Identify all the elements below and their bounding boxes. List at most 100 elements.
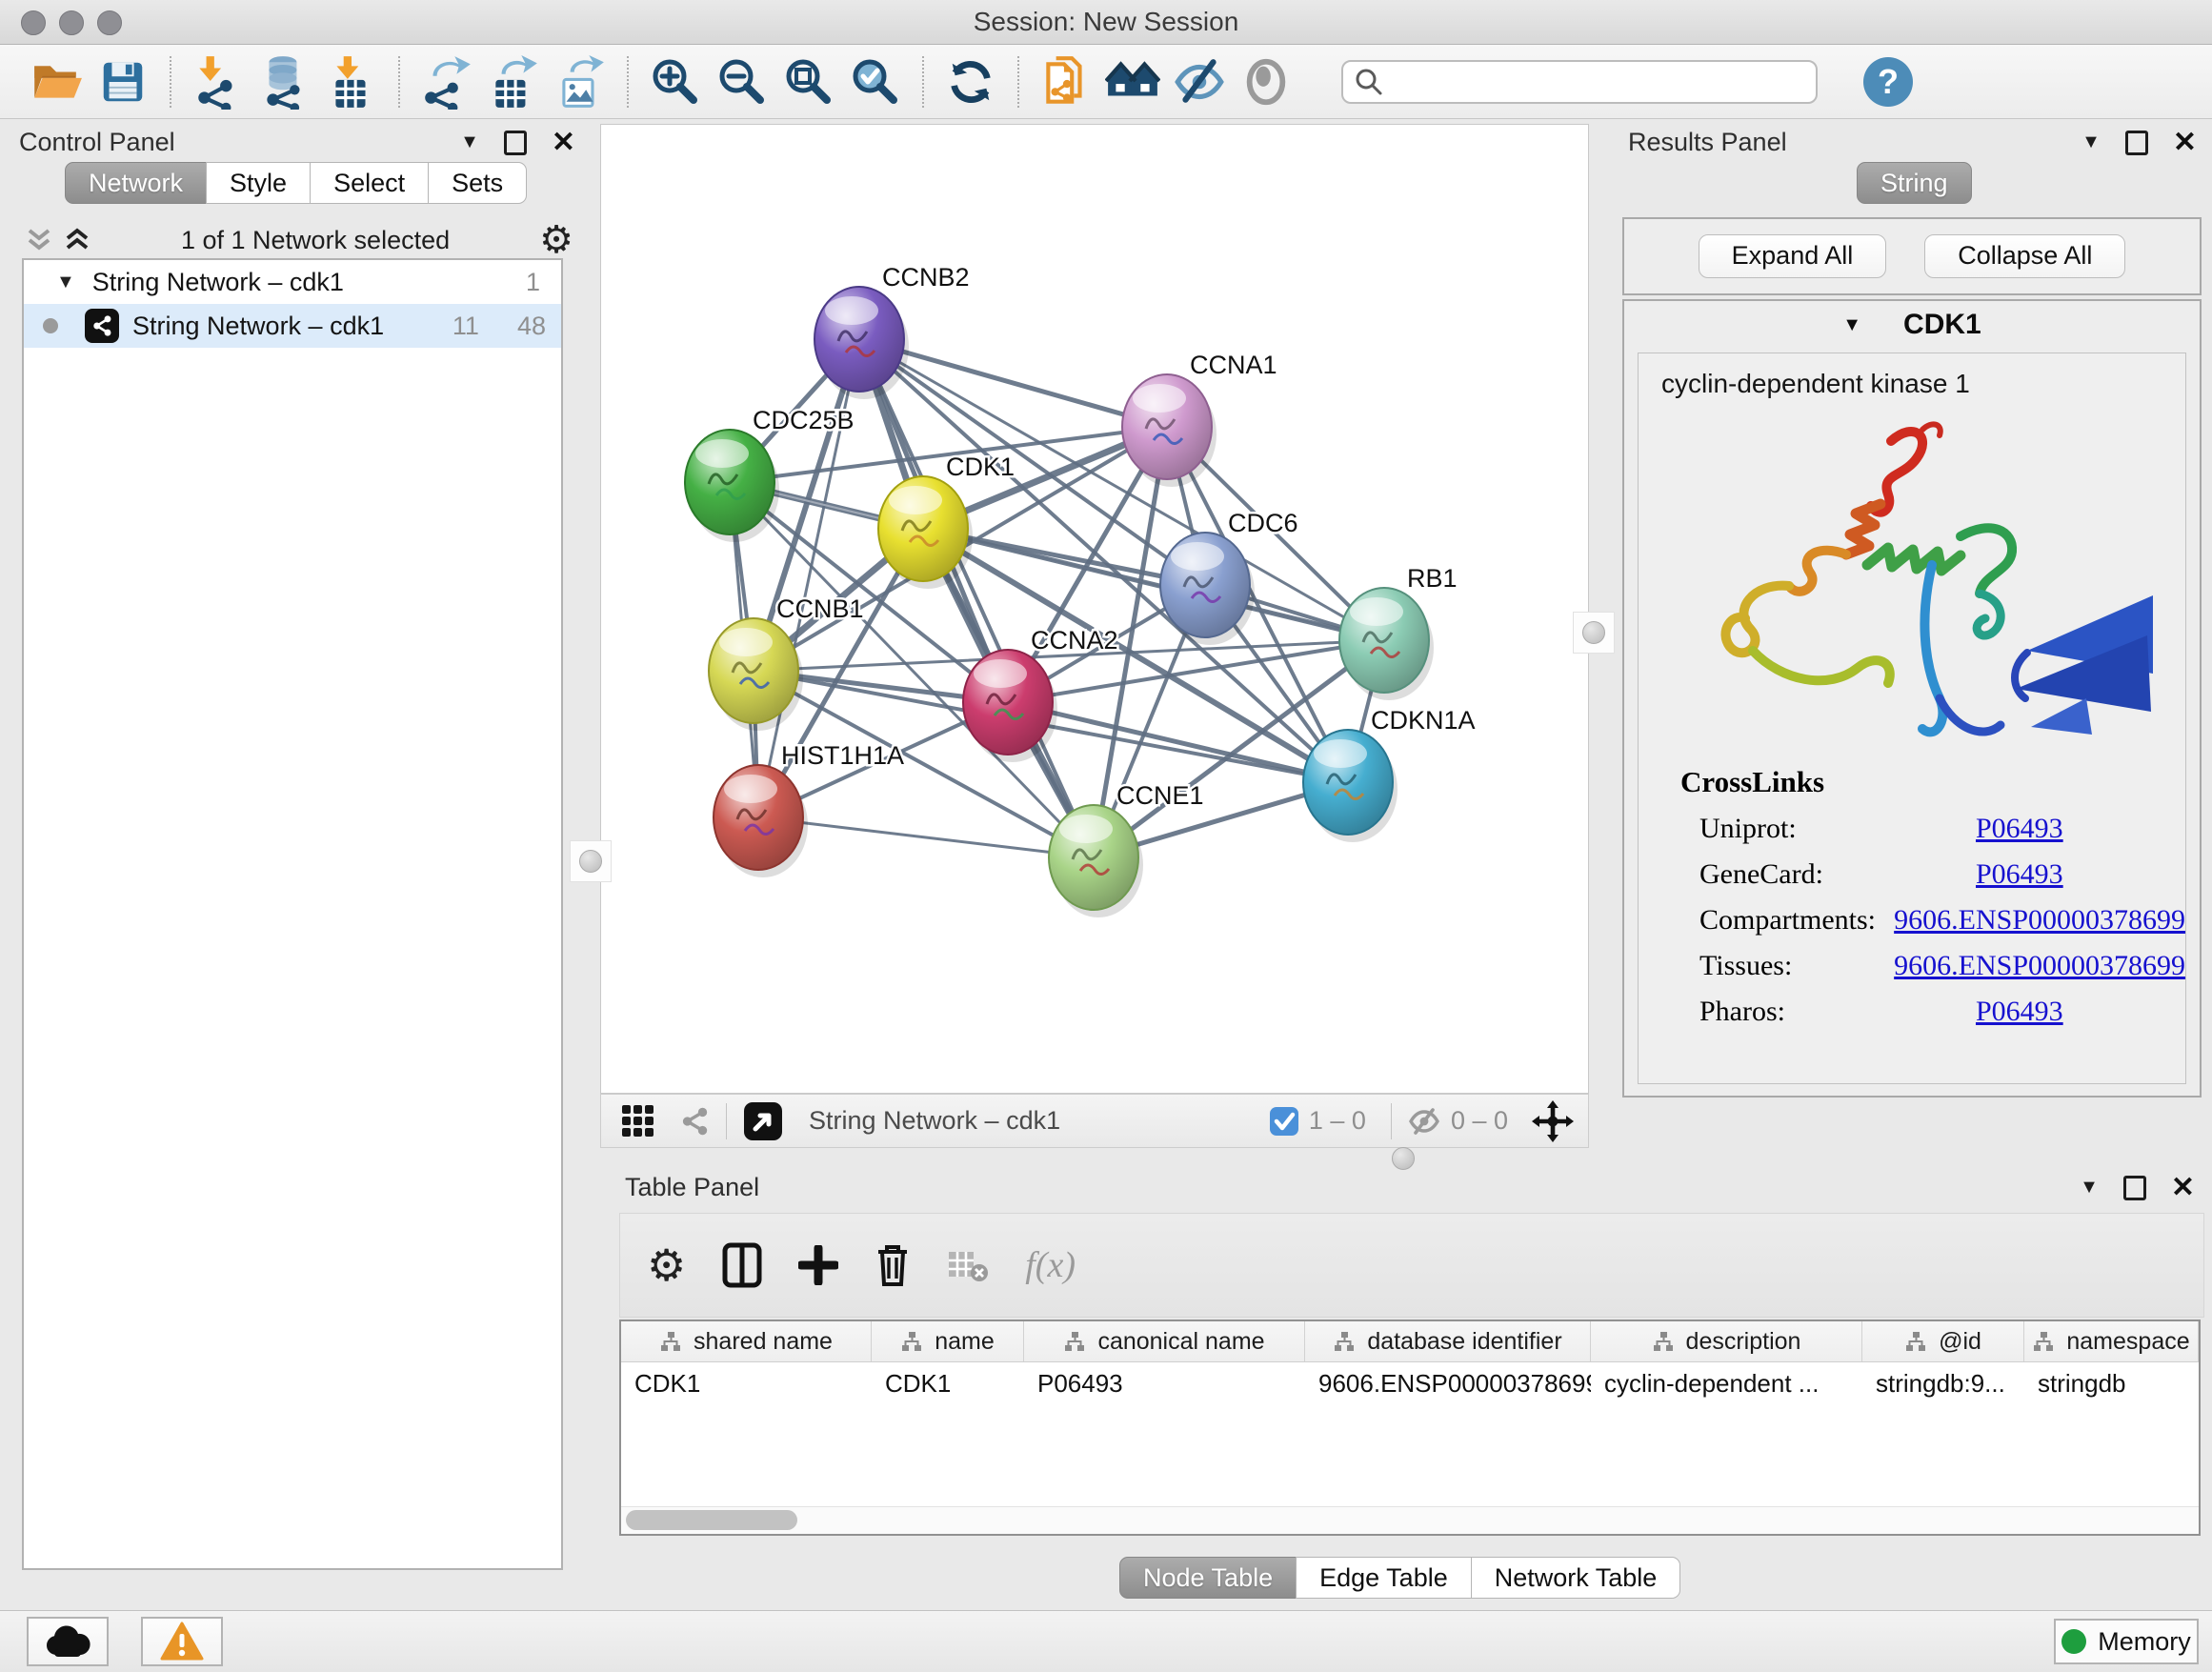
show-columns-icon[interactable] bbox=[722, 1242, 762, 1288]
network-edge[interactable] bbox=[923, 529, 1384, 640]
zoom-fit-button[interactable] bbox=[775, 53, 842, 111]
network-node-CDK1[interactable] bbox=[878, 476, 973, 589]
cloud-status-button[interactable] bbox=[27, 1617, 109, 1666]
network-node-CCNA1[interactable] bbox=[1122, 374, 1217, 487]
export-table-button[interactable] bbox=[480, 53, 547, 111]
delete-column-icon[interactable] bbox=[875, 1243, 911, 1287]
network-edge[interactable] bbox=[859, 339, 1094, 857]
network-node-CDC6[interactable] bbox=[1160, 533, 1255, 645]
column-header-database-identifier[interactable]: database identifier bbox=[1305, 1321, 1591, 1361]
network-node-CCNE1[interactable] bbox=[1049, 805, 1143, 917]
import-table-button[interactable] bbox=[318, 53, 385, 111]
crosslink-link[interactable]: 9606.ENSP00000378699 bbox=[1894, 950, 2185, 982]
table-hscrollbar[interactable] bbox=[621, 1506, 2199, 1534]
warning-status-button[interactable] bbox=[141, 1617, 223, 1666]
gene-symbol: CDK1 bbox=[1903, 309, 1981, 341]
table-toolbar: ⚙ f(x) bbox=[619, 1213, 2204, 1318]
hscrollbar-thumb[interactable] bbox=[626, 1510, 797, 1530]
collapse-all-icon[interactable] bbox=[25, 225, 53, 255]
tab-edge-table[interactable]: Edge Table bbox=[1296, 1557, 1472, 1599]
network-node-CCNB2[interactable] bbox=[814, 287, 909, 399]
panel-menu-icon[interactable]: ▼ bbox=[2080, 1177, 2099, 1199]
search-input[interactable] bbox=[1385, 66, 1789, 97]
column-header-namespace[interactable]: namespace bbox=[2024, 1321, 2199, 1361]
expand-all-icon[interactable] bbox=[63, 225, 91, 255]
apply-layout-button[interactable] bbox=[937, 53, 1004, 111]
expand-all-button[interactable]: Expand All bbox=[1699, 234, 1887, 278]
crosslink-link[interactable]: P06493 bbox=[1976, 813, 2063, 845]
share-view-icon[interactable] bbox=[678, 1105, 711, 1138]
crosslink-link[interactable]: 9606.ENSP00000378699 bbox=[1894, 904, 2185, 937]
network-node-RB1[interactable] bbox=[1339, 588, 1434, 700]
hide-toggle-button[interactable] bbox=[1166, 53, 1233, 111]
gene-collapse-triangle-icon[interactable]: ▼ bbox=[1842, 314, 1861, 336]
network-row[interactable]: String Network – cdk1 11 48 bbox=[24, 304, 561, 348]
control-panel-title: Control Panel bbox=[19, 128, 175, 157]
zoom-selected-button[interactable] bbox=[842, 53, 909, 111]
network-node-CDKN1A[interactable] bbox=[1303, 730, 1398, 842]
birdseye-view-icon[interactable] bbox=[742, 1100, 784, 1142]
crosslink-link[interactable]: P06493 bbox=[1976, 858, 2063, 891]
import-network-file-button[interactable] bbox=[185, 53, 251, 111]
export-network-button[interactable] bbox=[413, 53, 480, 111]
open-session-button[interactable] bbox=[23, 53, 90, 111]
panel-menu-icon[interactable]: ▼ bbox=[460, 131, 479, 153]
share-document-button[interactable] bbox=[1033, 53, 1099, 111]
network-node-HIST1H1A[interactable] bbox=[714, 765, 808, 877]
import-network-database-button[interactable] bbox=[251, 53, 318, 111]
tab-style[interactable]: Style bbox=[206, 162, 311, 204]
float-panel-icon[interactable] bbox=[2125, 131, 2148, 155]
tab-network[interactable]: Network bbox=[65, 162, 207, 204]
table-options-gear-icon[interactable]: ⚙ bbox=[647, 1246, 686, 1284]
crosslink-row: Compartments:9606.ENSP00000378699 bbox=[1699, 904, 2185, 937]
save-session-button[interactable] bbox=[90, 53, 156, 111]
grid-view-icon[interactable] bbox=[622, 1105, 654, 1137]
tab-string[interactable]: String bbox=[1857, 162, 1972, 204]
function-builder-icon[interactable]: f(x) bbox=[1025, 1244, 1076, 1286]
table-cell: cyclin-dependent ... bbox=[1591, 1362, 1862, 1404]
status-bar: Memory bbox=[0, 1610, 2212, 1672]
crosslink-link[interactable]: P06493 bbox=[1976, 996, 2063, 1028]
selected-checkbox-icon[interactable] bbox=[1269, 1106, 1299, 1137]
tab-network-table[interactable]: Network Table bbox=[1471, 1557, 1681, 1599]
network-node-CCNA2[interactable] bbox=[963, 650, 1057, 762]
toolbar-separator bbox=[627, 56, 629, 108]
network-canvas[interactable]: CCNB2CCNA1CDC25BCDK1CDC6RB1CCNB1CCNA2CDK… bbox=[600, 124, 1589, 1094]
network-edge[interactable] bbox=[758, 817, 1094, 857]
tab-node-table[interactable]: Node Table bbox=[1119, 1557, 1297, 1599]
table-cell: CDK1 bbox=[621, 1362, 872, 1404]
close-panel-icon[interactable]: ✕ bbox=[552, 133, 575, 152]
tab-select[interactable]: Select bbox=[310, 162, 429, 204]
network-collection-row[interactable]: ▼ String Network – cdk1 1 bbox=[24, 260, 561, 304]
zoom-out-button[interactable] bbox=[709, 53, 775, 111]
crosslink-row: Tissues:9606.ENSP00000378699 bbox=[1699, 950, 2185, 982]
hidden-eye-icon[interactable] bbox=[1407, 1105, 1441, 1138]
left-splitter-handle[interactable] bbox=[570, 840, 612, 882]
string-home-button[interactable] bbox=[1099, 53, 1166, 111]
table-row[interactable]: CDK1CDK1P064939606.ENSP00000378699cyclin… bbox=[621, 1362, 2199, 1404]
float-panel-icon[interactable] bbox=[2123, 1176, 2146, 1200]
column-header-canonical-name[interactable]: canonical name bbox=[1024, 1321, 1305, 1361]
zoom-in-button[interactable] bbox=[642, 53, 709, 111]
column-header-shared-name[interactable]: shared name bbox=[621, 1321, 872, 1361]
column-header-description[interactable]: description bbox=[1591, 1321, 1862, 1361]
collapse-triangle-icon[interactable]: ▼ bbox=[56, 272, 75, 293]
export-image-button[interactable] bbox=[547, 53, 613, 111]
network-options-gear-icon[interactable]: ⚙ bbox=[539, 221, 573, 259]
memory-button[interactable]: Memory bbox=[2054, 1619, 2199, 1664]
collapse-all-button[interactable]: Collapse All bbox=[1924, 234, 2125, 278]
network-node-CCNB1[interactable] bbox=[709, 618, 803, 731]
show-toggle-button[interactable] bbox=[1233, 53, 1299, 111]
help-button[interactable]: ? bbox=[1863, 57, 1913, 107]
tab-sets[interactable]: Sets bbox=[428, 162, 527, 204]
column-header-@id[interactable]: @id bbox=[1862, 1321, 2024, 1361]
panel-menu-icon[interactable]: ▼ bbox=[2081, 131, 2101, 153]
close-panel-icon[interactable]: ✕ bbox=[2171, 1178, 2195, 1198]
node-label-CCNB1: CCNB1 bbox=[776, 594, 864, 623]
pan-crosshair-icon[interactable] bbox=[1531, 1099, 1575, 1143]
column-header-name[interactable]: name bbox=[872, 1321, 1024, 1361]
add-column-icon[interactable] bbox=[798, 1245, 838, 1285]
float-panel-icon[interactable] bbox=[504, 131, 527, 155]
delete-table-icon[interactable] bbox=[947, 1248, 989, 1282]
close-panel-icon[interactable]: ✕ bbox=[2173, 133, 2197, 152]
